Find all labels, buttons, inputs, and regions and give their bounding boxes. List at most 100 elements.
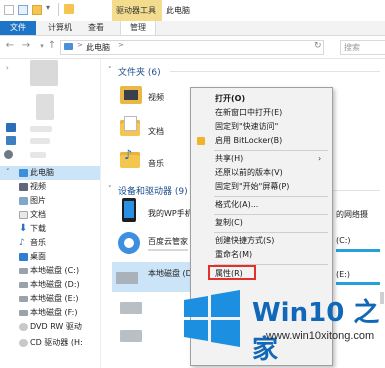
menu-item-label: 固定到"快速访问" (215, 122, 279, 131)
menu-item-copy[interactable]: 复制(C) (191, 217, 330, 229)
tab-file[interactable]: 文件 (0, 21, 36, 35)
window-title: 此电脑 (166, 6, 190, 15)
new-folder-quick-icon[interactable] (32, 5, 42, 15)
app-icon[interactable] (4, 5, 14, 15)
menu-item-pin-quick-access[interactable]: 固定到"快速访问" (191, 121, 330, 133)
drive-icon (19, 296, 28, 302)
breadcrumb-separator[interactable]: > (77, 41, 83, 49)
drive-icon (19, 268, 28, 274)
desktop-icon (19, 253, 28, 261)
sidebar-item-drive-e[interactable]: 本地磁盘 (E:) (0, 292, 100, 306)
sidebar-item-desktop[interactable]: 桌面 (0, 250, 100, 264)
menu-item-label: 属性(R) (215, 269, 243, 278)
music-note-icon: ♪ (124, 148, 133, 163)
capacity-bar (148, 249, 188, 251)
forward-arrow-icon[interactable]: → (20, 40, 32, 52)
menu-separator (214, 150, 328, 151)
menu-item-open[interactable]: 打开(O) (191, 93, 330, 105)
menu-item-label: 启用 BitLocker(B) (215, 136, 283, 145)
folder-label[interactable]: 音乐 (148, 158, 164, 169)
shield-icon (197, 137, 205, 145)
drive-icon (19, 282, 28, 288)
menu-item-label: 固定到"开始"屏幕(P) (215, 182, 290, 191)
collapse-chevron-icon[interactable]: ˅ (6, 168, 10, 176)
tab-view[interactable]: 查看 (82, 21, 110, 35)
folder-label[interactable]: 文档 (148, 126, 164, 137)
properties-quick-icon[interactable] (18, 5, 28, 15)
menu-item-label: 打开(O) (215, 94, 246, 103)
device-label[interactable]: 百度云管家 (148, 236, 188, 247)
menu-item-label: 还原以前的版本(V) (215, 168, 283, 177)
picture-icon (19, 197, 28, 205)
sidebar-item-documents[interactable]: 文档 (0, 208, 100, 222)
drive-icon[interactable] (120, 302, 142, 314)
sidebar-item-drive-f[interactable]: 本地磁盘 (F:) (0, 306, 100, 320)
document-icon (19, 211, 28, 219)
collapse-chevron-icon[interactable]: ˅ (108, 185, 112, 193)
menu-item-label: 复制(C) (215, 218, 243, 227)
blurred-region (30, 152, 46, 158)
search-placeholder: 搜索 (344, 43, 360, 52)
menu-item-label: 重命名(M) (215, 250, 253, 259)
up-arrow-icon[interactable]: ↑ (46, 40, 58, 52)
menu-separator (214, 196, 328, 197)
refresh-icon[interactable]: ↻ (314, 41, 322, 51)
menu-item-format[interactable]: 格式化(A)... (191, 199, 330, 211)
sidebar-item-label: 此电脑 (30, 168, 54, 177)
menu-item-bitlocker[interactable]: 启用 BitLocker(B) (191, 135, 330, 147)
menu-item-label: 格式化(A)... (215, 200, 259, 209)
cd-icon (19, 339, 28, 347)
context-tab-label: 驱动器工具 (116, 6, 156, 15)
sidebar-item-label: CD 驱动器 (H: (30, 338, 83, 347)
sidebar-item-videos[interactable]: 视频 (0, 180, 100, 194)
submenu-arrow-icon: › (318, 154, 322, 163)
breadcrumb-this-pc[interactable]: 此电脑 (86, 42, 110, 53)
video-icon (19, 183, 28, 191)
sidebar-item-pictures[interactable]: 图片 (0, 194, 100, 208)
menu-item-label: 共享(H) (215, 154, 244, 163)
quick-access-dropdown-icon[interactable]: ▾ (46, 3, 50, 12)
sidebar-item-downloads[interactable]: ⬇ 下载 (0, 222, 100, 236)
menu-item-label: 在新窗口中打开(E) (215, 108, 283, 117)
menu-item-properties[interactable]: 属性(R) (208, 265, 256, 280)
sidebar-item-music[interactable]: ♪ 音乐 (0, 236, 100, 250)
devices-section-header[interactable]: 设备和驱动器 (9) (118, 184, 188, 197)
back-arrow-icon[interactable]: ← (4, 40, 16, 52)
menu-item-pin-start[interactable]: 固定到"开始"屏幕(P) (191, 181, 330, 193)
sidebar-item-label: 文档 (30, 210, 46, 219)
tab-computer[interactable]: 计算机 (42, 21, 78, 35)
device-label[interactable]: 我的WP手机 (148, 208, 193, 219)
menu-item-create-shortcut[interactable]: 创建快捷方式(S) (191, 235, 330, 247)
title-divider (58, 3, 59, 16)
sidebar-item-dvd-drive[interactable]: DVD RW 驱动 (0, 320, 100, 334)
drive-icon[interactable] (120, 330, 142, 342)
menu-item-restore-versions[interactable]: 还原以前的版本(V) (191, 167, 330, 179)
expand-chevron-icon[interactable]: › (6, 64, 9, 72)
folders-section-header[interactable]: 文件夹 (6) (118, 65, 161, 78)
partial-device-label[interactable]: 的网络摄 (336, 209, 368, 220)
drive-icon (116, 272, 138, 284)
sidebar-item-drive-d[interactable]: 本地磁盘 (D:) (0, 278, 100, 292)
collapse-chevron-icon[interactable]: ˅ (108, 66, 112, 74)
blurred-region (30, 60, 58, 86)
partial-device-label[interactable]: (C:) (336, 236, 351, 245)
menu-item-rename[interactable]: 重命名(M) (191, 249, 330, 261)
tab-manage[interactable]: 管理 (120, 21, 156, 35)
sidebar-item-label: 本地磁盘 (D:) (30, 280, 80, 289)
folder-label[interactable]: 视频 (148, 92, 164, 103)
sidebar-item-drive-c[interactable]: 本地磁盘 (C:) (0, 264, 100, 278)
sidebar-item-cd-drive[interactable]: CD 驱动器 (H: (0, 336, 100, 350)
blurred-region (36, 94, 54, 120)
phone-screen (124, 201, 134, 218)
partial-device-label[interactable]: (E:) (336, 270, 350, 279)
sidebar-item-this-pc[interactable]: 此电脑 (0, 166, 100, 180)
menu-item-open-new-window[interactable]: 在新窗口中打开(E) (191, 107, 330, 119)
sidebar-item-label: DVD RW 驱动 (30, 322, 82, 331)
watermark-url: www.win10xitong.com (266, 330, 375, 342)
menu-item-label: 创建快捷方式(S) (215, 236, 275, 245)
cloud-drive-icon-center (124, 238, 134, 248)
breadcrumb-separator[interactable]: > (118, 41, 124, 49)
folder-title-icon (64, 4, 74, 14)
menu-item-share[interactable]: 共享(H) › (191, 153, 330, 165)
sidebar-item-label: 本地磁盘 (E:) (30, 294, 79, 303)
